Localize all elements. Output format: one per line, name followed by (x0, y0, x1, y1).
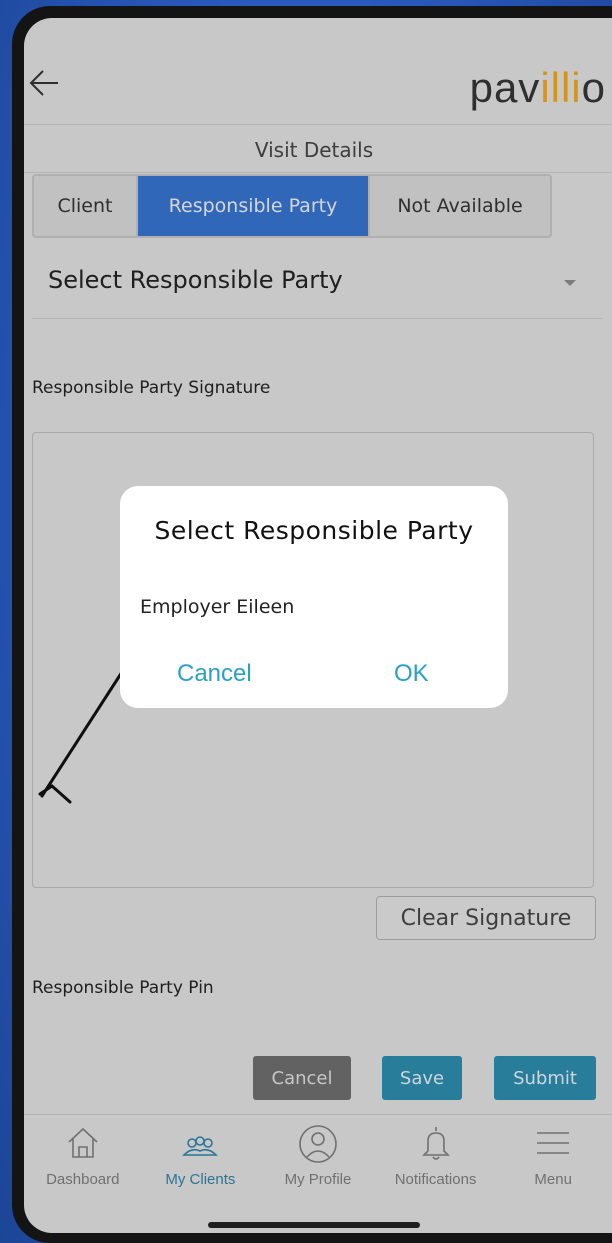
nav-item-notifications[interactable]: Notifications (377, 1115, 495, 1205)
select-value: Select Responsible Party (48, 266, 343, 294)
tab-not-available[interactable]: Not Available (370, 176, 550, 236)
menu-icon (537, 1132, 570, 1154)
bell-icon (421, 1127, 450, 1160)
nav-item-menu[interactable]: Menu (494, 1115, 612, 1205)
dialog-option-employer-eileen[interactable]: Employer Eileen (140, 596, 294, 618)
page-title: Visit Details (254, 138, 374, 162)
home-icon (68, 1127, 98, 1158)
tab-client[interactable]: Client (34, 176, 138, 236)
bottom-nav: Dashboard My Clients My Profile Notifica… (24, 1114, 612, 1205)
profile-icon (299, 1125, 337, 1163)
app-header: pavillio (24, 18, 612, 124)
nav-item-my-clients[interactable]: My Clients (142, 1115, 260, 1205)
dialog-ok-button[interactable]: OK (394, 660, 429, 688)
nav-item-my-profile[interactable]: My Profile (259, 1115, 377, 1205)
nav-label: Menu (534, 1171, 572, 1188)
nav-label: Dashboard (46, 1171, 120, 1188)
chevron-down-icon (564, 280, 576, 286)
nav-label: My Profile (284, 1171, 352, 1188)
submit-button[interactable]: Submit (494, 1056, 596, 1100)
save-button[interactable]: Save (382, 1056, 462, 1100)
clear-signature-button[interactable]: Clear Signature (376, 896, 596, 940)
clients-icon (182, 1136, 219, 1156)
cancel-button[interactable]: Cancel (253, 1056, 351, 1100)
pavillio-logo: pavillio (469, 64, 606, 111)
responsible-party-select[interactable]: Select Responsible Party (32, 242, 602, 319)
dialog-title: Select Responsible Party (154, 516, 474, 545)
pin-label: Responsible Party Pin (32, 978, 214, 998)
nav-label: My Clients (165, 1171, 236, 1188)
home-indicator (208, 1222, 420, 1228)
dialog-cancel-button[interactable]: Cancel (177, 660, 252, 688)
nav-label: Notifications (394, 1171, 477, 1188)
back-arrow-icon[interactable] (28, 66, 62, 100)
tab-bar: Client Responsible Party Not Available (32, 174, 552, 238)
select-party-dialog: Select Responsible Party Employer Eileen… (120, 486, 508, 708)
header-divider (24, 124, 612, 125)
nav-item-dashboard[interactable]: Dashboard (24, 1115, 142, 1205)
tab-responsible-party[interactable]: Responsible Party (138, 176, 370, 236)
signature-label: Responsible Party Signature (32, 378, 271, 398)
title-divider (24, 172, 612, 173)
